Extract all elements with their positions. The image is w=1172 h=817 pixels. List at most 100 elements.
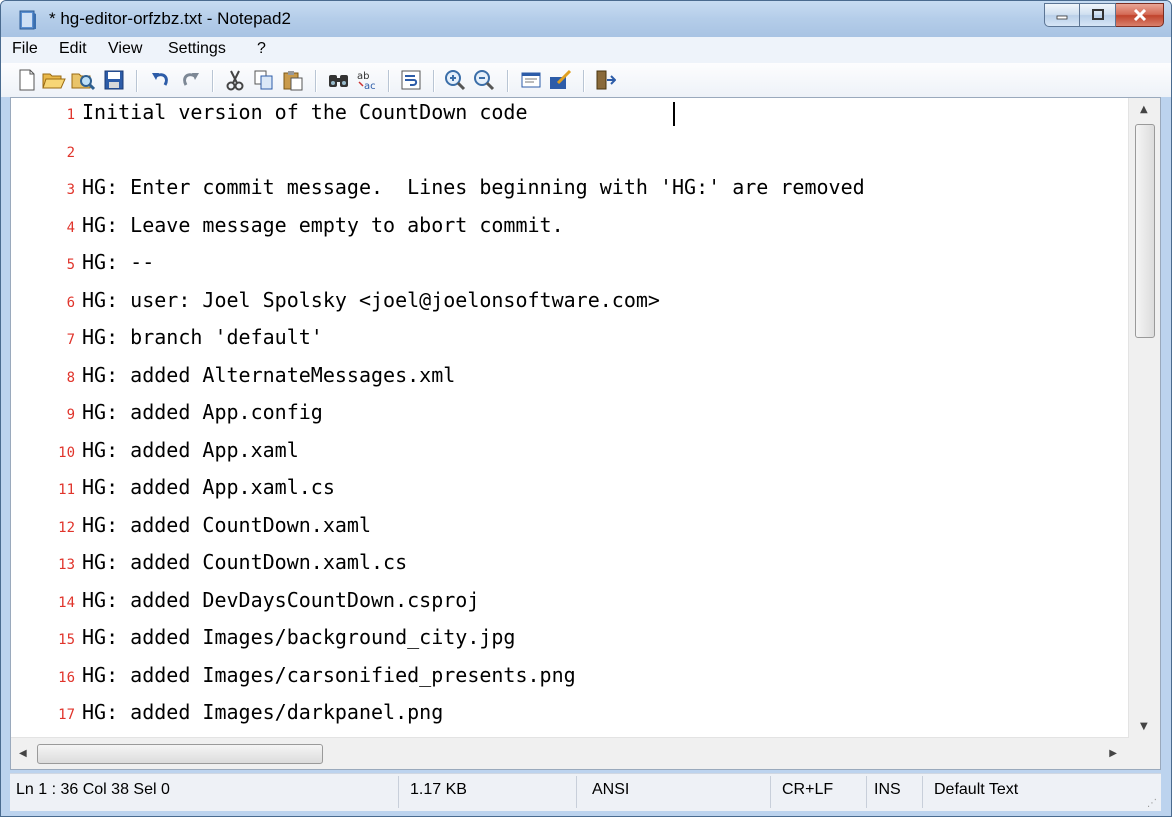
- redo-button[interactable]: [178, 68, 202, 92]
- open-button[interactable]: [42, 68, 66, 92]
- editor-line[interactable]: HG: added Images/carsonified_presents.pn…: [82, 663, 576, 687]
- maximize-button[interactable]: [1080, 3, 1116, 27]
- menu-edit[interactable]: Edit: [59, 40, 87, 58]
- line-number: 8: [66, 369, 75, 386]
- editor-line[interactable]: HG: added CountDown.xaml.cs: [82, 550, 407, 574]
- find-icon: [329, 75, 348, 87]
- line-number: 9: [66, 407, 75, 423]
- editor-text-area[interactable]: 1 Initial version of the CountDown code 2 3…: [11, 98, 1129, 738]
- line-number: 7: [66, 332, 75, 348]
- status-bar: Ln 1 : 36 Col 38 Sel 0 1.17 KB ANSI CR+L…: [10, 773, 1161, 811]
- status-divider: [770, 776, 771, 808]
- save-button[interactable]: [102, 68, 126, 92]
- status-scheme[interactable]: Default Text: [934, 781, 1018, 799]
- window-title: * hg-editor-orfzbz.txt - Notepad2: [49, 9, 291, 28]
- vertical-scroll-thumb[interactable]: [1135, 124, 1155, 338]
- browse-icon: [71, 73, 95, 91]
- text-editor[interactable]: 1 Initial version of the CountDown code 2 3…: [10, 97, 1161, 770]
- line-number: 5: [66, 257, 75, 273]
- find-button[interactable]: [327, 68, 351, 92]
- editor-line[interactable]: HG: branch 'default': [82, 325, 323, 349]
- line-number: 11: [58, 482, 75, 498]
- text-caret: [673, 102, 675, 126]
- toolbar-separator: [507, 70, 509, 92]
- open-folder-icon: [42, 73, 66, 89]
- editor-line[interactable]: HG: --: [82, 250, 154, 274]
- line-number: 15: [58, 632, 75, 648]
- replace-button[interactable]: ab ac: [356, 68, 380, 92]
- zoom-out-button[interactable]: [472, 68, 496, 92]
- menu-help[interactable]: ?: [257, 40, 266, 58]
- editor-line[interactable]: HG: added AlternateMessages.xml: [82, 363, 455, 387]
- scheme-button[interactable]: [519, 68, 543, 92]
- resize-grip-icon[interactable]: ⋰: [1147, 798, 1157, 809]
- scheme-icon: [521, 72, 541, 88]
- new-file-icon: [19, 69, 35, 91]
- status-divider: [398, 776, 399, 808]
- editor-line[interactable]: Initial version of the CountDown code: [82, 100, 528, 124]
- toolbar: ab ac: [1, 63, 1171, 97]
- line-number: 1: [66, 107, 75, 123]
- notepad2-app-icon: [19, 10, 36, 30]
- toolbar-separator: [583, 70, 585, 92]
- customize-button[interactable]: [548, 68, 572, 92]
- caption-buttons: [1044, 3, 1164, 28]
- paste-icon: [283, 71, 303, 91]
- editor-line[interactable]: HG: added CountDown.xaml: [82, 513, 371, 537]
- browse-button[interactable]: [71, 68, 95, 92]
- copy-button[interactable]: [252, 68, 276, 92]
- zoom-in-button[interactable]: [443, 68, 467, 92]
- cut-button[interactable]: [223, 68, 247, 92]
- paste-button[interactable]: [281, 68, 305, 92]
- scroll-left-icon[interactable]: ◀: [19, 748, 27, 759]
- editor-line[interactable]: HG: added Images/background_city.jpg: [82, 625, 515, 649]
- editor-line[interactable]: HG: added App.xaml: [82, 438, 299, 462]
- status-divider: [576, 776, 577, 808]
- status-encoding[interactable]: ANSI: [592, 781, 629, 799]
- undo-button[interactable]: [149, 68, 173, 92]
- line-number: 10: [58, 444, 75, 461]
- horizontal-scrollbar[interactable]: ◀ ▶: [11, 737, 1129, 769]
- notepad2-window: * hg-editor-orfzbz.txt - Notepad2 File E…: [0, 0, 1172, 817]
- line-number: 17: [58, 707, 75, 723]
- horizontal-scroll-thumb[interactable]: [37, 744, 323, 764]
- minimize-button[interactable]: [1044, 3, 1080, 27]
- menu-view[interactable]: View: [108, 40, 142, 58]
- toolbar-separator: [136, 70, 138, 92]
- exit-icon: [596, 70, 616, 90]
- menu-bar: File Edit View Settings ?: [1, 37, 1171, 63]
- status-file-size: 1.17 KB: [410, 781, 467, 798]
- close-icon: [1133, 9, 1146, 21]
- editor-line[interactable]: HG: Enter commit message. Lines beginnin…: [82, 175, 865, 199]
- scroll-right-icon[interactable]: ▶: [1109, 748, 1117, 759]
- menu-file[interactable]: File: [12, 40, 38, 58]
- new-file-button[interactable]: [15, 68, 39, 92]
- editor-line[interactable]: HG: added Images/darkpanel.png: [82, 700, 443, 724]
- svg-text:ac: ac: [364, 81, 376, 91]
- undo-icon: [152, 73, 168, 86]
- word-wrap-icon: [401, 70, 421, 90]
- scroll-down-icon[interactable]: ▼: [1140, 721, 1148, 732]
- line-number: 4: [66, 219, 75, 236]
- editor-line[interactable]: HG: added App.xaml.cs: [82, 475, 335, 499]
- status-insert-mode[interactable]: INS: [874, 781, 901, 799]
- line-number: 6: [66, 294, 75, 311]
- status-line-endings[interactable]: CR+LF: [782, 781, 833, 799]
- editor-line[interactable]: HG: added DevDaysCountDown.csproj: [82, 588, 479, 612]
- status-position: Ln 1 : 36 Col 38 Sel 0: [16, 781, 170, 798]
- word-wrap-button[interactable]: [399, 68, 423, 92]
- scroll-up-icon[interactable]: ▲: [1140, 104, 1148, 115]
- status-divider: [866, 776, 867, 808]
- toolbar-separator: [433, 70, 435, 92]
- close-button[interactable]: [1116, 3, 1164, 27]
- maximize-icon: [1091, 9, 1104, 20]
- title-bar[interactable]: * hg-editor-orfzbz.txt - Notepad2: [1, 1, 1171, 37]
- editor-line[interactable]: HG: added App.config: [82, 400, 323, 424]
- redo-icon: [183, 73, 199, 86]
- vertical-scrollbar[interactable]: ▲ ▼: [1128, 98, 1160, 738]
- editor-line[interactable]: HG: user: Joel Spolsky <joel@joelonsoftw…: [82, 288, 660, 312]
- scrollbar-corner: [1129, 738, 1160, 769]
- editor-line[interactable]: HG: Leave message empty to abort commit.: [82, 213, 564, 237]
- exit-button[interactable]: [593, 68, 617, 92]
- menu-settings[interactable]: Settings: [168, 40, 226, 58]
